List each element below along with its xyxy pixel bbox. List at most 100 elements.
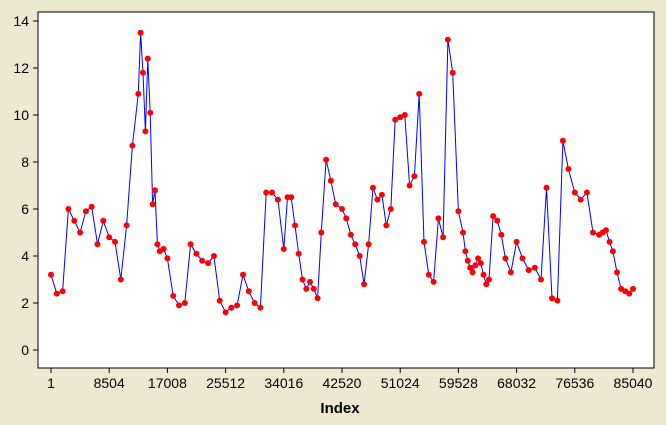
x-tick-label: 85040 bbox=[614, 375, 653, 391]
data-point bbox=[609, 248, 616, 255]
y-tick-label: 10 bbox=[13, 107, 29, 123]
y-tick-label: 6 bbox=[21, 201, 29, 217]
x-tick-label: 59528 bbox=[439, 375, 478, 391]
data-point bbox=[531, 264, 538, 271]
data-point bbox=[490, 213, 497, 220]
data-point bbox=[411, 173, 418, 180]
data-point bbox=[210, 253, 217, 259]
data-point bbox=[251, 300, 258, 306]
x-tick-label: 42520 bbox=[323, 375, 362, 391]
data-point bbox=[494, 217, 501, 224]
data-point bbox=[356, 253, 363, 259]
data-point bbox=[135, 90, 142, 97]
data-point bbox=[565, 166, 572, 172]
data-point bbox=[149, 201, 156, 208]
data-point bbox=[513, 238, 520, 245]
data-point bbox=[147, 109, 154, 116]
data-point bbox=[416, 90, 423, 97]
data-point bbox=[421, 238, 427, 245]
data-point bbox=[327, 177, 334, 184]
data-point bbox=[502, 255, 509, 262]
data-point bbox=[137, 29, 144, 36]
data-point bbox=[160, 246, 167, 252]
data-point bbox=[318, 229, 325, 236]
data-point bbox=[543, 184, 550, 191]
data-point bbox=[401, 112, 408, 118]
data-point bbox=[460, 229, 466, 236]
data-point bbox=[144, 55, 151, 62]
x-tick-label: 34016 bbox=[264, 375, 303, 391]
data-point bbox=[464, 257, 471, 264]
data-point bbox=[303, 285, 310, 292]
data-point bbox=[352, 241, 359, 248]
data-point bbox=[176, 302, 182, 309]
data-point bbox=[538, 276, 544, 283]
data-point bbox=[614, 269, 620, 276]
data-point bbox=[554, 297, 561, 304]
data-point bbox=[361, 281, 368, 288]
data-point bbox=[106, 234, 113, 241]
data-point bbox=[630, 285, 636, 292]
data-point bbox=[430, 278, 437, 285]
data-point bbox=[263, 189, 270, 196]
data-point bbox=[477, 260, 484, 267]
data-point bbox=[571, 189, 578, 196]
data-point bbox=[187, 241, 194, 248]
data-point bbox=[112, 238, 118, 245]
chart-svg: 1 8504 17008 25512 34016 42520 51024 59528 68032… bbox=[0, 0, 666, 420]
data-point bbox=[295, 250, 302, 257]
data-point bbox=[603, 227, 609, 234]
y-tick-label: 0 bbox=[21, 342, 29, 358]
data-point bbox=[269, 189, 276, 196]
data-point bbox=[88, 203, 95, 210]
data-point bbox=[472, 262, 479, 269]
data-point bbox=[82, 208, 89, 215]
data-point bbox=[48, 271, 54, 278]
data-point bbox=[65, 206, 72, 212]
x-tick-label: 51024 bbox=[381, 375, 420, 391]
data-point bbox=[486, 276, 492, 283]
data-point bbox=[469, 269, 476, 276]
data-point bbox=[123, 222, 130, 229]
x-tick-label: 25512 bbox=[206, 375, 245, 391]
data-point bbox=[280, 246, 287, 252]
data-point bbox=[245, 288, 252, 295]
data-point bbox=[343, 215, 350, 222]
data-point bbox=[299, 276, 306, 283]
data-point bbox=[449, 69, 456, 76]
data-point bbox=[378, 191, 385, 198]
data-point bbox=[307, 278, 313, 285]
x-tick-label: 76536 bbox=[555, 375, 594, 391]
data-point bbox=[559, 137, 566, 144]
x-tick-label: 8504 bbox=[94, 375, 125, 391]
data-point bbox=[140, 69, 146, 76]
data-point bbox=[288, 194, 295, 201]
data-point bbox=[94, 241, 101, 248]
data-point bbox=[154, 241, 161, 248]
data-point bbox=[216, 297, 223, 304]
x-tick-label: 68032 bbox=[497, 375, 536, 391]
data-point bbox=[480, 271, 487, 278]
data-point bbox=[455, 208, 462, 215]
data-point bbox=[440, 234, 447, 241]
data-point bbox=[425, 271, 432, 278]
data-point bbox=[77, 229, 84, 236]
data-point bbox=[370, 184, 376, 191]
y-tick-label: 12 bbox=[13, 60, 29, 76]
data-point bbox=[129, 142, 136, 149]
data-point bbox=[583, 189, 590, 196]
data-point bbox=[374, 196, 381, 203]
data-point bbox=[199, 257, 206, 264]
data-point bbox=[142, 128, 149, 135]
data-point bbox=[164, 255, 171, 262]
data-point bbox=[274, 196, 281, 203]
data-point bbox=[626, 290, 633, 297]
data-point bbox=[71, 217, 78, 224]
data-point bbox=[519, 255, 526, 262]
data-point bbox=[383, 222, 390, 229]
data-point bbox=[577, 196, 584, 203]
y-tick-label: 8 bbox=[21, 154, 29, 170]
x-tick-label: 1 bbox=[47, 375, 55, 391]
data-point bbox=[444, 36, 451, 43]
data-point bbox=[228, 304, 235, 311]
